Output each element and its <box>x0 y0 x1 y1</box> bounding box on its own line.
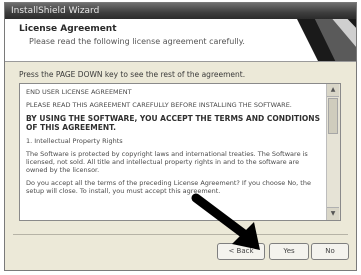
wizard-banner-icon <box>297 19 356 61</box>
header-subtitle: Please read the following license agreem… <box>29 37 245 46</box>
title-bar: InstallShield Wizard <box>5 3 356 19</box>
license-paragraph: The Software is protected by copyright l… <box>26 150 308 174</box>
button-divider <box>13 234 348 235</box>
yes-button[interactable]: Yes <box>269 243 309 260</box>
pointer-arrow-icon <box>191 193 260 250</box>
header-title: License Agreement <box>19 24 117 34</box>
scroll-up-icon[interactable]: ▲ <box>327 84 339 97</box>
license-text-box[interactable]: END USER LICENSE AGREEMENT PLEASE READ T… <box>19 83 341 221</box>
scroll-down-icon[interactable]: ▼ <box>327 207 339 220</box>
instruction-text: Press the PAGE DOWN key to see the rest … <box>19 70 246 79</box>
wizard-header: License Agreement Please read the follow… <box>5 19 356 62</box>
license-heading: END USER LICENSE AGREEMENT <box>26 88 132 96</box>
license-content: END USER LICENSE AGREEMENT PLEASE READ T… <box>26 88 322 200</box>
window-title: InstallShield Wizard <box>11 6 100 16</box>
installer-dialog: InstallShield Wizard License Agreement P… <box>4 2 357 271</box>
license-acceptance-notice: BY USING THE SOFTWARE, YOU ACCEPT THE TE… <box>26 114 320 132</box>
license-paragraph: PLEASE READ THIS AGREEMENT CAREFULLY BEF… <box>26 101 292 109</box>
license-section-title: 1. Intellectual Property Rights <box>26 137 123 145</box>
scroll-thumb[interactable] <box>328 98 338 134</box>
license-question: Do you accept all the terms of the prece… <box>26 179 311 195</box>
vertical-scrollbar[interactable]: ▲ ▼ <box>326 84 340 220</box>
no-button[interactable]: No <box>311 243 349 260</box>
